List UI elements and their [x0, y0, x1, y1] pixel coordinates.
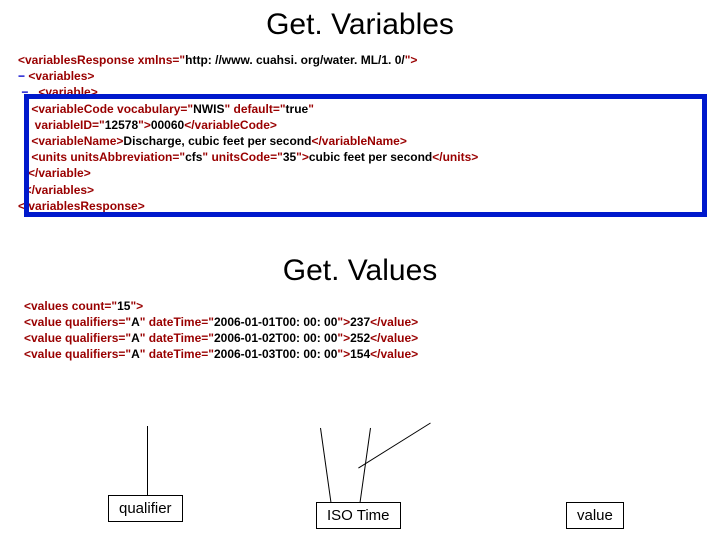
xml-variables-block: <variablesResponse xmlns="http: //www. c…: [0, 52, 720, 214]
label-qualifier: qualifier: [108, 495, 183, 522]
label-value: value: [566, 502, 624, 529]
xml-values-block: <values count="15"> <value qualifiers="A…: [0, 298, 720, 363]
collapse-icon: −: [18, 69, 25, 83]
title-get-variables: Get. Variables: [0, 8, 720, 42]
xml-line: <units unitsAbbreviation="cfs" unitsCode…: [18, 150, 478, 164]
xml-line: <variablesResponse xmlns="http: //www. c…: [18, 53, 417, 67]
xml-line: <variableCode vocabulary="NWIS" default=…: [18, 102, 314, 116]
xml-line: <value qualifiers="A" dateTime="2006-01-…: [24, 347, 418, 361]
xml-line: </variable>: [18, 166, 91, 180]
label-iso-time: ISO Time: [316, 502, 401, 529]
xml-line: </variablesResponse>: [18, 199, 145, 213]
callout-line: [320, 428, 331, 502]
xml-line: </variables>: [18, 183, 94, 197]
callout-line: [147, 426, 148, 496]
xml-line: <value qualifiers="A" dateTime="2006-01-…: [24, 315, 418, 329]
xml-line: <variables>: [25, 69, 94, 83]
xml-line: variableID="12578">00060</variableCode>: [18, 118, 277, 132]
title-get-values: Get. Values: [0, 254, 720, 288]
xml-line: <variable>: [28, 85, 97, 99]
xml-line: <values count="15">: [24, 299, 143, 313]
xml-line: <variableName>Discharge, cubic feet per …: [18, 134, 407, 148]
xml-line: <value qualifiers="A" dateTime="2006-01-…: [24, 331, 418, 345]
